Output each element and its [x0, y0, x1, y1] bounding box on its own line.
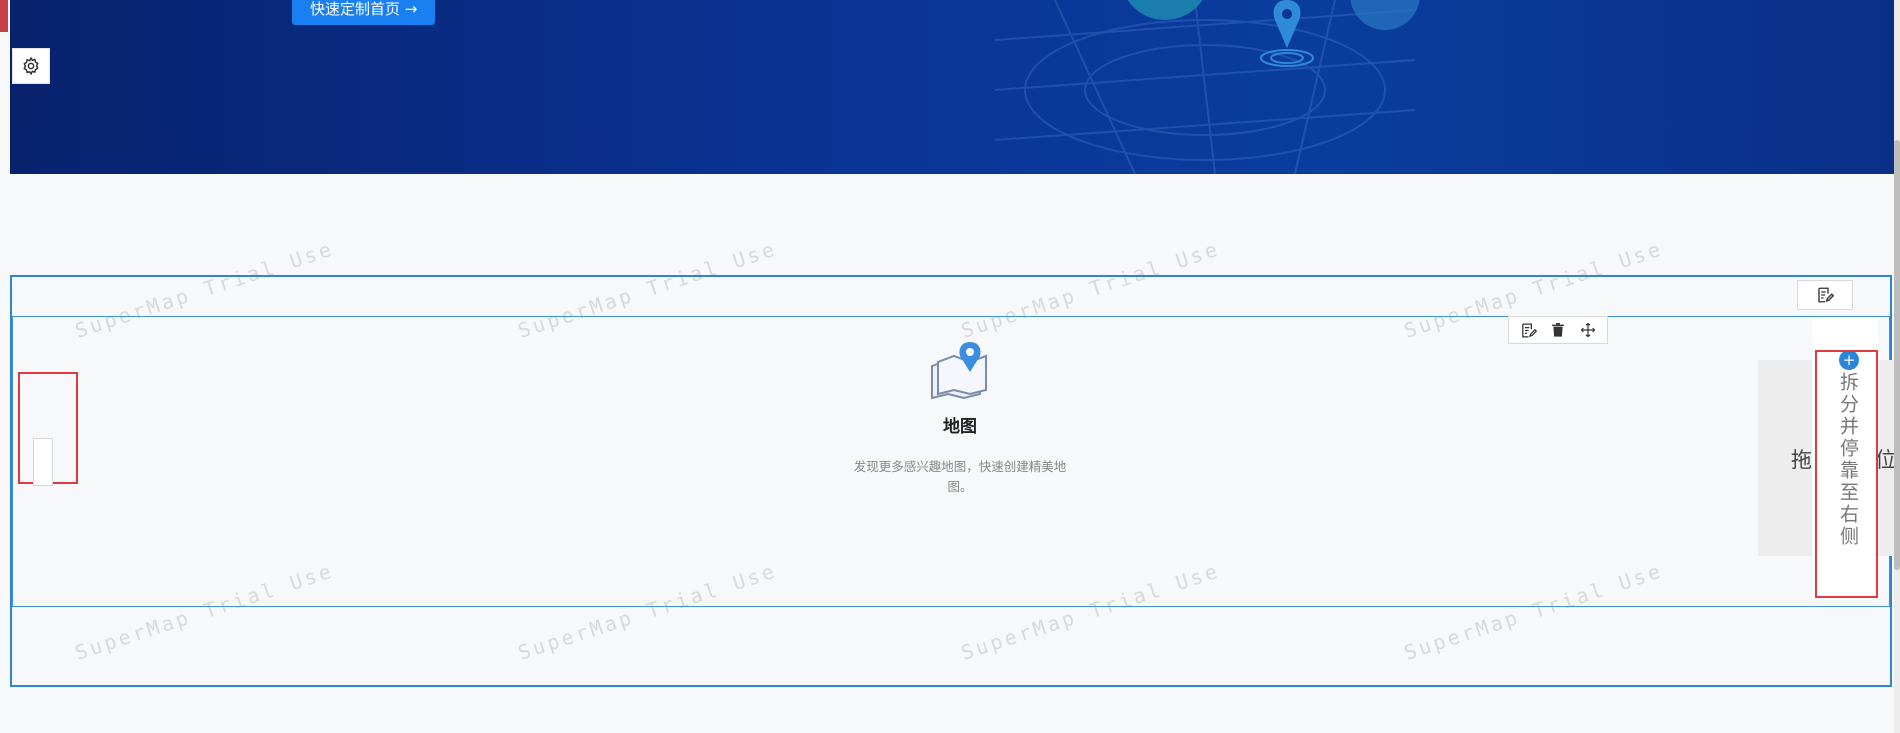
map-widget: 地图 发现更多感兴趣地图，快速创建精美地图。 [840, 340, 1080, 497]
map-widget-title: 地图 [943, 417, 977, 437]
drop-zone-left-slot[interactable] [33, 438, 53, 486]
banner-map-decoration [995, 0, 1415, 174]
map-widget-description: 发现更多感兴趣地图，快速创建精美地图。 [853, 459, 1067, 494]
trash-icon [1552, 323, 1564, 337]
move-widget-button[interactable] [1575, 318, 1601, 342]
move-icon [1580, 322, 1596, 338]
gear-icon [23, 56, 39, 76]
widget-toolbar [1508, 316, 1608, 344]
quick-customize-home-button[interactable]: 快速定制首页 → [292, 0, 436, 25]
edit-widget-button[interactable] [1515, 318, 1541, 342]
settings-button[interactable] [12, 48, 50, 84]
edit-icon [1521, 322, 1537, 338]
row-edit-button[interactable] [1797, 280, 1853, 310]
delete-widget-button[interactable] [1545, 318, 1571, 342]
drop-zone-right-highlight[interactable] [1815, 350, 1878, 598]
location-pin-icon [1260, 0, 1314, 67]
map-pin-icon [931, 342, 987, 400]
hero-banner [10, 0, 1895, 174]
scrollbar-thumb[interactable] [1894, 140, 1900, 570]
left-accent-strip [0, 0, 8, 32]
edit-icon [1818, 287, 1834, 303]
